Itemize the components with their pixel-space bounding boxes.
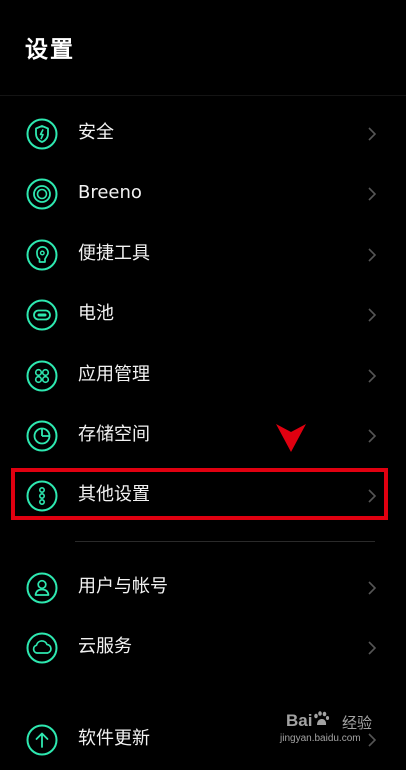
- app-management-icon: [26, 360, 58, 392]
- settings-item-label: Breeno: [78, 182, 142, 203]
- watermark-brand: Bai: [286, 711, 313, 730]
- settings-item-convenience-tools[interactable]: 便捷工具: [0, 225, 406, 285]
- chevron-right-icon: [364, 247, 380, 263]
- settings-item-label: 应用管理: [78, 364, 150, 385]
- highlight-box: [11, 468, 388, 520]
- settings-item-label: 用户与帐号: [78, 576, 168, 597]
- settings-item-app-management[interactable]: 应用管理: [0, 346, 406, 406]
- settings-item-storage[interactable]: 存储空间: [0, 406, 406, 466]
- chevron-right-icon: [364, 307, 380, 323]
- settings-item-breeno[interactable]: Breeno: [0, 164, 406, 224]
- page-title: 设置: [25, 37, 75, 63]
- settings-item-security[interactable]: 安全: [0, 104, 406, 164]
- user-account-icon: [26, 572, 58, 604]
- chevron-right-icon: [364, 580, 380, 596]
- settings-item-label: 电池: [78, 303, 114, 324]
- chevron-right-icon: [364, 186, 380, 202]
- chevron-right-icon: [364, 368, 380, 384]
- annotation-arrow-icon: [276, 424, 306, 452]
- paw-icon: [312, 710, 330, 728]
- settings-item-battery[interactable]: 电池: [0, 285, 406, 345]
- settings-item-label: 云服务: [78, 636, 132, 657]
- shield-icon: [26, 118, 58, 150]
- convenience-tools-icon: [26, 239, 58, 271]
- header-divider: [0, 95, 406, 96]
- section-divider: [75, 541, 375, 542]
- watermark-jingyan: 经验: [342, 714, 373, 732]
- chevron-right-icon: [364, 640, 380, 656]
- baidu-jingyan-watermark: Bai 经验 jingyan.baidu.com: [280, 711, 380, 749]
- settings-item-user-account[interactable]: 用户与帐号: [0, 558, 406, 618]
- settings-item-label: 安全: [78, 122, 114, 143]
- breeno-icon: [26, 178, 58, 210]
- cloud-icon: [26, 632, 58, 664]
- settings-item-label: 便捷工具: [78, 243, 150, 264]
- watermark-url: jingyan.baidu.com: [280, 733, 361, 744]
- settings-item-cloud[interactable]: 云服务: [0, 618, 406, 678]
- settings-item-label: 存储空间: [78, 424, 150, 445]
- update-icon: [26, 724, 58, 756]
- settings-item-label: 软件更新: [78, 728, 150, 749]
- chevron-right-icon: [364, 126, 380, 142]
- storage-icon: [26, 420, 58, 452]
- chevron-right-icon: [364, 428, 380, 444]
- battery-icon: [26, 299, 58, 331]
